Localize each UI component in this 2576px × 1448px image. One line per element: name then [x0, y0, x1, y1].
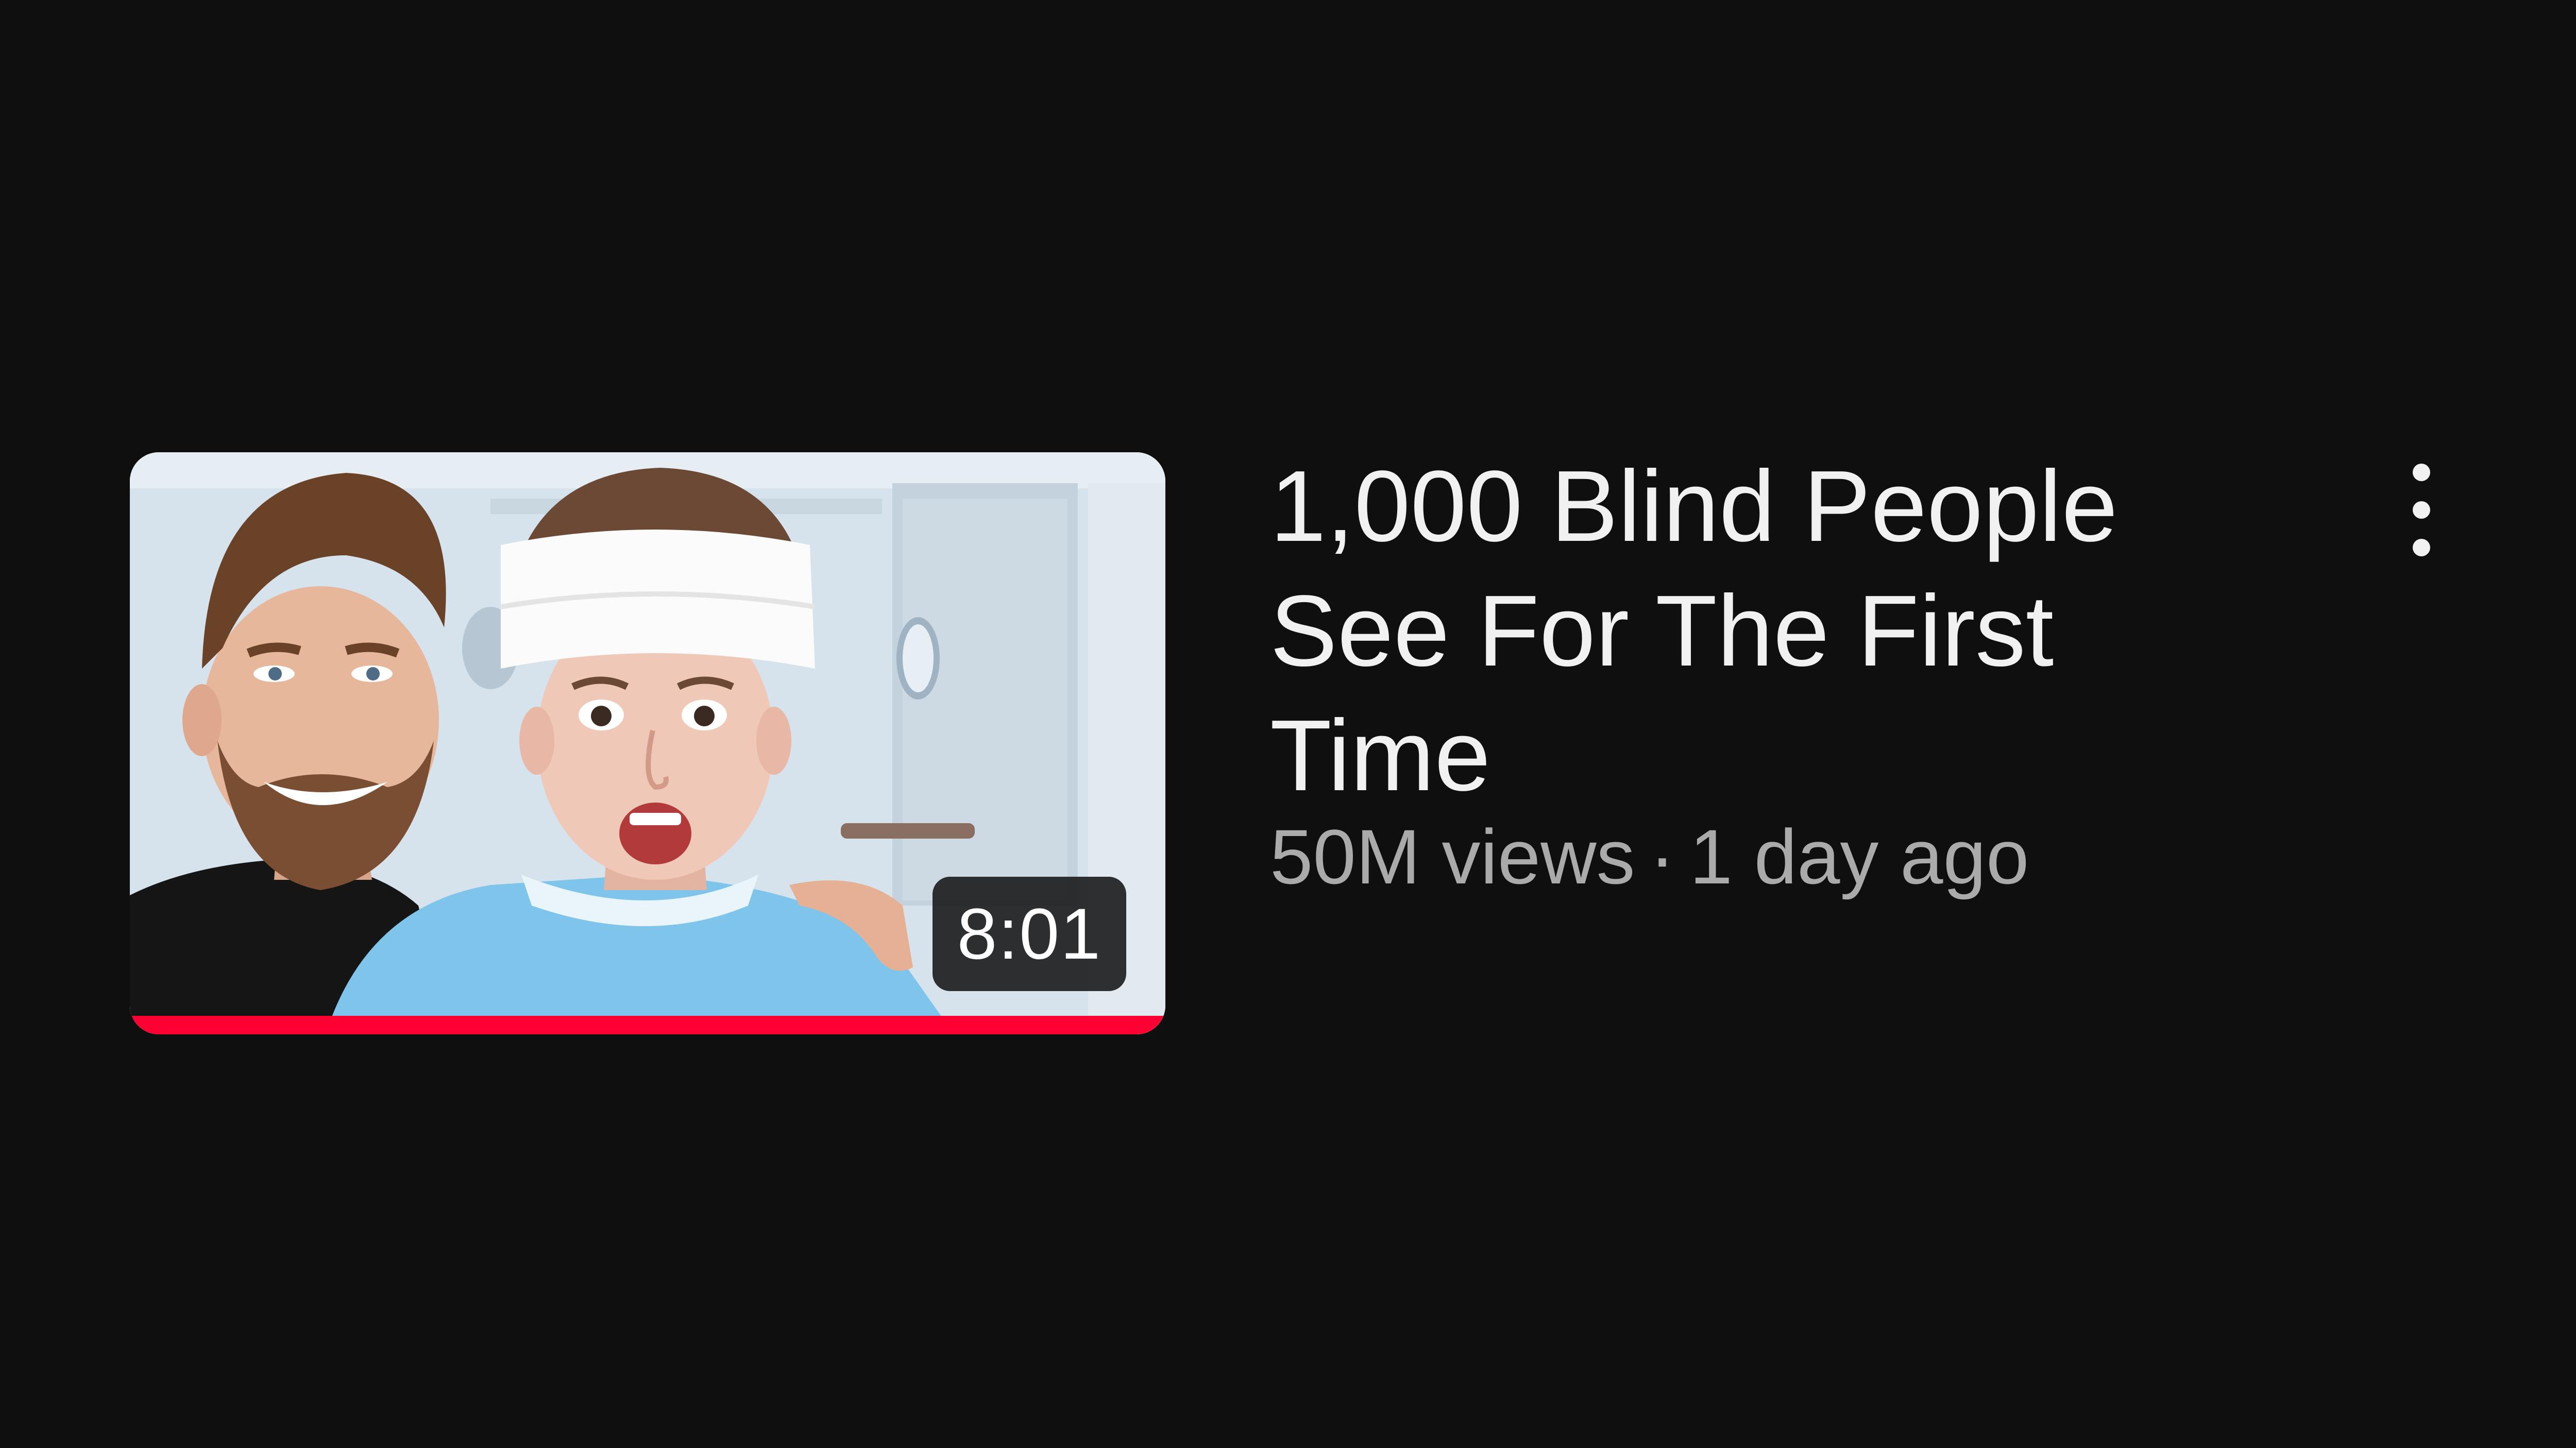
more-dot: [2413, 464, 2430, 481]
more-vert-icon[interactable]: [2391, 464, 2452, 556]
video-metadata: 1,000 Blind People See For The First Tim…: [1270, 444, 2197, 906]
video-title[interactable]: 1,000 Blind People See For The First Tim…: [1270, 444, 2197, 818]
watch-progress-track: [130, 1016, 1165, 1034]
video-thumbnail[interactable]: 8:01: [130, 452, 1165, 1034]
view-count: 50M views: [1270, 813, 1635, 900]
meta-separator: ·: [1649, 813, 1675, 900]
watch-progress-bar: [130, 1016, 1165, 1034]
duration-badge: 8:01: [932, 877, 1126, 991]
video-stats: 50M views · 1 day ago: [1270, 808, 2197, 906]
more-dot: [2413, 501, 2430, 519]
video-list-item[interactable]: 8:01 1,000 Blind People See For The Firs…: [0, 0, 2576, 1448]
more-dot: [2413, 539, 2430, 556]
upload-age: 1 day ago: [1689, 813, 2029, 900]
